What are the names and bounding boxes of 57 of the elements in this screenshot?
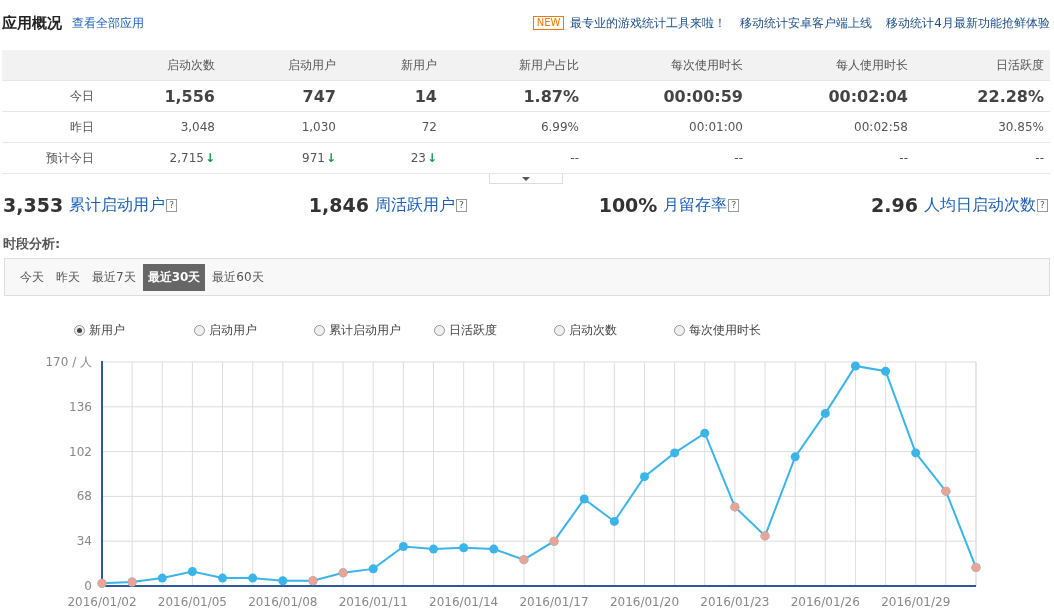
column-header: 启动次数 — [166, 56, 215, 74]
table-cell: -- — [570, 151, 579, 165]
down-arrow-icon: ↓ — [204, 151, 215, 165]
axis-label: 102 — [69, 444, 92, 459]
table-cell: 00:00:59 — [663, 86, 743, 106]
table-cell: 1,556 — [164, 86, 215, 106]
section-title: 时段分析: — [2, 235, 62, 253]
stat-value: 3,353 — [3, 194, 64, 216]
column-header: 启动用户 — [287, 56, 336, 74]
table-cell: 14 — [414, 86, 437, 106]
table-cell: -- — [734, 151, 743, 165]
axis-label: 68 — [76, 489, 92, 504]
table-cell: 3,048 — [180, 120, 215, 134]
axis-label: 2016/01/26 — [790, 595, 860, 609]
column-header: 新用户 — [400, 56, 437, 74]
page-title: 应用概况 — [2, 13, 62, 33]
table-cell: 6.99% — [540, 120, 579, 134]
column-header: 日活跃度 — [995, 56, 1044, 74]
axis-label: 2016/01/29 — [881, 595, 951, 609]
table-cell: 1,030 — [301, 120, 336, 134]
table-cell: -- — [899, 151, 908, 165]
axis-label: 2016/01/05 — [157, 595, 227, 609]
axis-label: 2016/01/23 — [700, 595, 770, 609]
row-label: 今日 — [69, 87, 94, 105]
table-cell: 2,715 — [169, 151, 204, 165]
axis-label: 34 — [76, 534, 92, 549]
axis-label: 2016/01/17 — [519, 595, 589, 609]
stat-value: 100% — [598, 194, 658, 216]
column-header: 每人使用时长 — [835, 56, 908, 74]
down-arrow-icon: ↓ — [426, 151, 437, 165]
table-cell: 72 — [421, 120, 437, 134]
new-badge: NEW — [532, 16, 565, 30]
row-label: 预计今日 — [45, 149, 94, 167]
table-cell: 22.28% — [977, 86, 1044, 106]
axis-label: 170 / 人 — [45, 355, 92, 369]
column-header: 每次使用时长 — [670, 56, 743, 74]
axis-label: 2016/01/11 — [338, 595, 408, 609]
axis-label: 2016/01/02 — [67, 595, 137, 609]
down-arrow-icon: ↓ — [325, 151, 336, 165]
axis-label: 2016/01/20 — [609, 595, 680, 609]
axis-label: 2016/01/08 — [248, 595, 318, 609]
axis-label: 0 — [84, 579, 92, 593]
stat-value: 1,846 — [308, 194, 369, 216]
row-label: 昨日 — [69, 118, 94, 136]
table-cell: 30.85% — [998, 120, 1044, 134]
axis-label: 2016/01/14 — [429, 595, 499, 609]
table-cell: -- — [1035, 151, 1044, 165]
table-cell: 00:02:58 — [854, 120, 908, 134]
table-cell: 971 — [302, 151, 325, 165]
table-cell: 00:02:04 — [828, 86, 908, 106]
column-header: 新用户占比 — [518, 56, 579, 74]
table-cell: 1.87% — [523, 86, 579, 106]
table-cell: 23 — [410, 151, 426, 165]
stat-value: 2.96 — [871, 194, 918, 216]
table-cell: 747 — [302, 86, 336, 106]
axis-label: 136 — [69, 399, 92, 414]
table-cell: 00:01:00 — [689, 120, 743, 134]
